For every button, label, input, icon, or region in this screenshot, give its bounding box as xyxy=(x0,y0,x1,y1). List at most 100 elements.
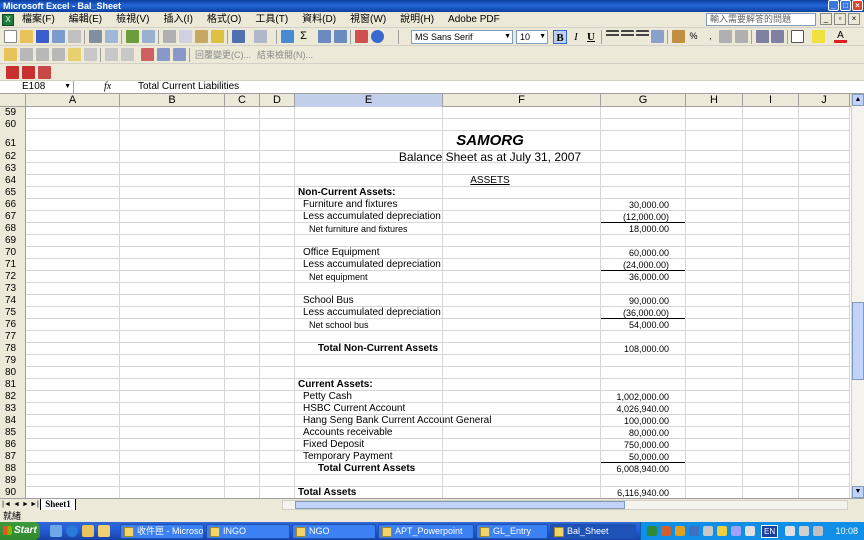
select-all-button[interactable] xyxy=(0,94,26,107)
mail-recipient-icon[interactable] xyxy=(173,48,186,61)
ime-icon[interactable] xyxy=(731,526,741,536)
column-header[interactable]: A xyxy=(26,94,120,107)
table-row[interactable]: 70 Office Equipment 60,000.00 xyxy=(0,247,850,259)
taskbar-button[interactable]: GL_Entry xyxy=(476,524,548,539)
taskbar-button[interactable]: APT_Powerpoint xyxy=(378,524,474,539)
align-left-icon[interactable] xyxy=(606,30,619,43)
research-icon[interactable] xyxy=(142,30,155,43)
cell-label[interactable]: Total Non-Current Assets xyxy=(318,343,438,355)
row-header[interactable]: 79 xyxy=(0,355,26,367)
cell-value[interactable]: 6,116,940.00 xyxy=(617,487,669,498)
show-all-comments-icon[interactable] xyxy=(84,48,97,61)
cell-value[interactable]: 90,000.00 xyxy=(629,295,669,307)
cell-label[interactable]: Hang Seng Bank Current Account General xyxy=(303,415,491,427)
doc-close-button[interactable]: × xyxy=(848,13,860,25)
row-header[interactable]: 71 xyxy=(0,259,26,271)
table-row[interactable]: 84 Hang Seng Bank Current Account General… xyxy=(0,415,850,427)
menu-item[interactable]: Adobe PDF xyxy=(448,12,500,28)
excel-icon[interactable]: X xyxy=(2,14,14,26)
scroll-up-icon[interactable]: ▲ xyxy=(852,94,864,106)
security-icon[interactable] xyxy=(675,526,685,536)
prev-sheet-icon[interactable]: ◄ xyxy=(12,500,21,510)
keyboard-icon[interactable] xyxy=(785,526,795,536)
row-header[interactable]: 66 xyxy=(0,199,26,211)
table-row[interactable]: 66 Furniture and fixtures 30,000.00 xyxy=(0,199,850,211)
cell-value[interactable]: 30,000.00 xyxy=(629,199,669,211)
create-task-icon[interactable] xyxy=(121,48,134,61)
menu-item[interactable]: 格式(O) xyxy=(207,12,241,28)
align-right-icon[interactable] xyxy=(636,30,649,43)
table-row[interactable]: 90 Total Assets 6,116,940.00 xyxy=(0,487,850,498)
scroll-thumb[interactable] xyxy=(852,302,864,380)
font-color-icon[interactable]: A xyxy=(834,30,847,43)
paste-icon[interactable] xyxy=(195,30,208,43)
cell-value[interactable]: 36,000.00 xyxy=(629,271,669,283)
antivirus-icon[interactable] xyxy=(661,526,671,536)
table-row[interactable]: 77 xyxy=(0,331,850,343)
table-row[interactable]: 62 Balance Sheet as at July 31, 2007 xyxy=(0,151,850,163)
table-row[interactable]: 88 Total Current Assets 6,008,940.00 xyxy=(0,462,850,475)
name-box[interactable]: E108 ▼ xyxy=(0,81,74,94)
table-row[interactable]: 67 Less accumulated depreciation (12,000.0… xyxy=(0,211,850,223)
cell-label[interactable]: Net equipment xyxy=(309,271,368,283)
row-header[interactable]: 72 xyxy=(0,271,26,283)
table-row[interactable]: 69 xyxy=(0,235,850,247)
table-row[interactable]: 75 Less accumulated depreciation (36,000.0… xyxy=(0,307,850,319)
show-desktop-icon[interactable] xyxy=(50,525,62,537)
language-indicator[interactable]: EN xyxy=(761,525,779,538)
quicklaunch-folder-icon[interactable] xyxy=(98,525,110,537)
autosum-icon[interactable]: Σ xyxy=(297,30,310,43)
scroll-down-icon[interactable]: ▼ xyxy=(852,486,864,498)
minimize-button[interactable]: _ xyxy=(828,0,839,11)
column-header[interactable]: G xyxy=(601,94,686,107)
table-row[interactable]: 78 Total Non-Current Assets 108,000.00 xyxy=(0,343,850,355)
row-header[interactable]: 68 xyxy=(0,223,26,235)
cell-value[interactable]: 750,000.00 xyxy=(624,439,669,451)
row-header[interactable]: 89 xyxy=(0,475,26,487)
cell-label[interactable]: School Bus xyxy=(303,295,354,307)
open-icon[interactable] xyxy=(20,30,33,43)
row-header[interactable]: 74 xyxy=(0,295,26,307)
menu-item[interactable]: 工具(T) xyxy=(255,12,288,28)
row-header[interactable]: 87 xyxy=(0,451,26,463)
table-row[interactable]: 80 xyxy=(0,367,850,379)
row-header[interactable]: 65 xyxy=(0,187,26,199)
maximize-button[interactable]: □ xyxy=(840,0,851,11)
save-icon[interactable] xyxy=(36,30,49,43)
start-button[interactable]: Start xyxy=(0,522,40,540)
help-search-input[interactable]: 輸入需要解答的問題 xyxy=(706,13,816,26)
row-header[interactable]: 69 xyxy=(0,235,26,247)
cell-label[interactable]: Net school bus xyxy=(309,319,369,331)
next-comment-icon[interactable] xyxy=(52,48,65,61)
cell-value[interactable]: 6,008,940.00 xyxy=(616,463,669,475)
row-header[interactable]: 76 xyxy=(0,319,26,331)
menu-item[interactable]: 檢視(V) xyxy=(116,12,149,28)
decrease-decimal-icon[interactable] xyxy=(735,30,748,43)
outlook-icon[interactable] xyxy=(82,525,94,537)
increase-indent-icon[interactable] xyxy=(771,30,784,43)
table-row[interactable]: 63 xyxy=(0,163,850,175)
row-header[interactable]: 83 xyxy=(0,403,26,415)
cell-label[interactable]: HSBC Current Account xyxy=(303,403,405,415)
table-row[interactable]: 72 Net equipment 36,000.00 xyxy=(0,270,850,283)
format-painter-icon[interactable] xyxy=(211,30,224,43)
row-header[interactable]: 73 xyxy=(0,283,26,295)
table-row[interactable]: 86 Fixed Deposit 750,000.00 xyxy=(0,439,850,451)
chart-wizard-icon[interactable] xyxy=(355,30,368,43)
convert-to-pdf-icon[interactable] xyxy=(6,66,19,79)
print-preview-icon[interactable] xyxy=(105,30,118,43)
row-header[interactable]: 62 xyxy=(0,151,26,163)
cell-label[interactable]: Temporary Payment xyxy=(303,451,392,463)
table-row[interactable]: 83 HSBC Current Account 4,026,940.00 xyxy=(0,403,850,415)
taskbar-button[interactable]: NGO xyxy=(292,524,376,539)
formula-input[interactable]: Total Current Liabilities xyxy=(138,81,239,93)
input-method-icon[interactable] xyxy=(745,526,755,536)
doc-restore-button[interactable]: ▫ xyxy=(834,13,846,25)
delete-comment-icon[interactable] xyxy=(105,48,118,61)
taskbar-button[interactable]: 收件匣 - Microsof... xyxy=(120,524,204,539)
column-header[interactable]: C xyxy=(225,94,260,107)
menu-item[interactable]: 檔案(F) xyxy=(22,12,55,28)
sort-descending-icon[interactable] xyxy=(334,30,347,43)
horizontal-scrollbar[interactable] xyxy=(282,500,848,510)
end-review-button[interactable]: 結束檢閱(N)... xyxy=(257,49,313,61)
